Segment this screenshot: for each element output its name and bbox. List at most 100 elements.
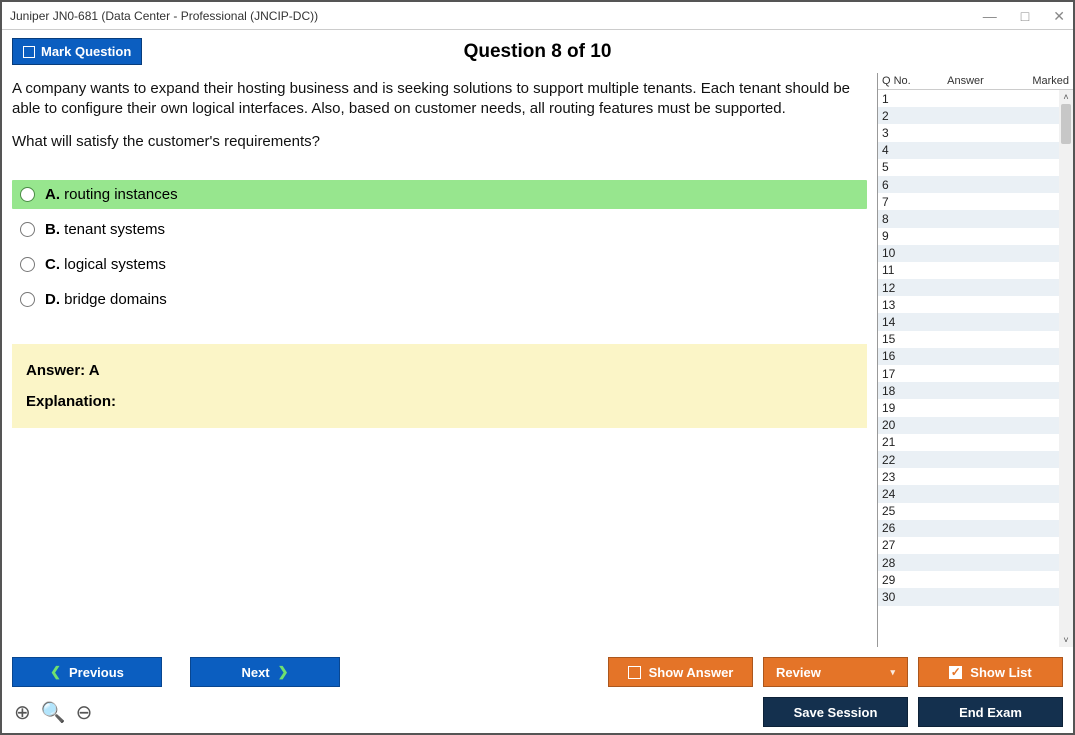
chevron-down-icon: ▾: [890, 667, 895, 678]
qno-cell: 10: [882, 246, 922, 260]
radio-icon[interactable]: [20, 257, 35, 272]
question-header: Question 8 of 10: [2, 41, 1073, 63]
table-row[interactable]: 7: [878, 193, 1059, 210]
table-row[interactable]: 22: [878, 451, 1059, 468]
table-row[interactable]: 15: [878, 331, 1059, 348]
option-b[interactable]: B. tenant systems: [12, 215, 867, 244]
radio-icon[interactable]: [20, 187, 35, 202]
qno-cell: 9: [882, 229, 922, 243]
table-row[interactable]: 2: [878, 107, 1059, 124]
table-row[interactable]: 3: [878, 124, 1059, 141]
qno-cell: 23: [882, 470, 922, 484]
mark-question-label: Mark Question: [41, 44, 131, 59]
qno-cell: 20: [882, 418, 922, 432]
table-row[interactable]: 24: [878, 485, 1059, 502]
table-row[interactable]: 25: [878, 503, 1059, 520]
qno-cell: 6: [882, 178, 922, 192]
table-row[interactable]: 26: [878, 520, 1059, 537]
table-row[interactable]: 17: [878, 365, 1059, 382]
zoom-controls: ⊕ 🔍 ⊖: [12, 700, 94, 725]
table-row[interactable]: 6: [878, 176, 1059, 193]
table-row[interactable]: 9: [878, 228, 1059, 245]
save-session-button[interactable]: Save Session: [763, 697, 908, 727]
table-row[interactable]: 28: [878, 554, 1059, 571]
zoom-out-icon[interactable]: ⊖: [76, 700, 93, 725]
table-row[interactable]: 10: [878, 245, 1059, 262]
qno-cell: 13: [882, 298, 922, 312]
qno-cell: 27: [882, 538, 922, 552]
option-c[interactable]: C. logical systems: [12, 250, 867, 279]
checkbox-icon: [628, 666, 641, 679]
scroll-down-icon[interactable]: ˅: [1059, 633, 1073, 647]
zoom-reset-icon[interactable]: 🔍: [41, 700, 66, 725]
table-row[interactable]: 4: [878, 142, 1059, 159]
table-row[interactable]: 11: [878, 262, 1059, 279]
radio-icon[interactable]: [20, 292, 35, 307]
table-row[interactable]: 23: [878, 468, 1059, 485]
side-rows: 1234567891011121314151617181920212223242…: [878, 90, 1059, 647]
qno-cell: 11: [882, 263, 922, 277]
zoom-in-icon[interactable]: ⊕: [14, 700, 31, 725]
table-row[interactable]: 29: [878, 571, 1059, 588]
table-row[interactable]: 14: [878, 313, 1059, 330]
window-title: Juniper JN0-681 (Data Center - Professio…: [10, 9, 318, 23]
table-row[interactable]: 19: [878, 399, 1059, 416]
table-row[interactable]: 27: [878, 537, 1059, 554]
maximize-icon[interactable]: □: [1021, 9, 1029, 23]
mark-question-button[interactable]: Mark Question: [12, 38, 142, 65]
qno-cell: 18: [882, 384, 922, 398]
previous-label: Previous: [69, 665, 124, 680]
qno-cell: 5: [882, 160, 922, 174]
qno-cell: 3: [882, 126, 922, 140]
col-marked-header: Marked: [1009, 75, 1069, 87]
side-panel: Q No. Answer Marked 12345678910111213141…: [877, 73, 1073, 647]
table-row[interactable]: 18: [878, 382, 1059, 399]
qno-cell: 30: [882, 590, 922, 604]
checkbox-checked-icon: ✓: [949, 666, 962, 679]
explanation-label: Explanation:: [26, 393, 853, 410]
option-text: A. routing instances: [45, 186, 178, 203]
scroll-thumb[interactable]: [1061, 104, 1071, 144]
table-row[interactable]: 16: [878, 348, 1059, 365]
qno-cell: 12: [882, 281, 922, 295]
option-text: D. bridge domains: [45, 291, 167, 308]
show-answer-label: Show Answer: [649, 665, 734, 680]
question-para-2: What will satisfy the customer's require…: [12, 132, 867, 152]
qno-cell: 8: [882, 212, 922, 226]
table-row[interactable]: 13: [878, 296, 1059, 313]
option-text: B. tenant systems: [45, 221, 165, 238]
table-row[interactable]: 8: [878, 210, 1059, 227]
col-qno-header: Q No.: [882, 75, 922, 87]
qno-cell: 24: [882, 487, 922, 501]
save-session-label: Save Session: [794, 705, 878, 720]
show-list-button[interactable]: ✓ Show List: [918, 657, 1063, 687]
col-answer-header: Answer: [922, 75, 1009, 87]
close-icon[interactable]: ✕: [1053, 9, 1065, 23]
window-controls: — □ ✕: [983, 9, 1065, 23]
radio-icon[interactable]: [20, 222, 35, 237]
next-label: Next: [241, 665, 269, 680]
table-row[interactable]: 12: [878, 279, 1059, 296]
option-a[interactable]: A. routing instances: [12, 180, 867, 209]
footer-row-2: ⊕ 🔍 ⊖ Save Session End Exam: [12, 697, 1063, 727]
table-row[interactable]: 21: [878, 434, 1059, 451]
minimize-icon[interactable]: —: [983, 9, 997, 23]
previous-button[interactable]: ❮ Previous: [12, 657, 162, 687]
next-button[interactable]: Next ❯: [190, 657, 340, 687]
qno-cell: 4: [882, 143, 922, 157]
show-answer-button[interactable]: Show Answer: [608, 657, 753, 687]
table-row[interactable]: 20: [878, 417, 1059, 434]
table-row[interactable]: 30: [878, 588, 1059, 605]
qno-cell: 25: [882, 504, 922, 518]
answer-line: Answer: A: [26, 362, 853, 379]
qno-cell: 2: [882, 109, 922, 123]
side-scrollbar[interactable]: ˄ ˅: [1059, 90, 1073, 647]
table-row[interactable]: 1: [878, 90, 1059, 107]
review-button[interactable]: Review ▾: [763, 657, 908, 687]
option-d[interactable]: D. bridge domains: [12, 285, 867, 314]
qno-cell: 28: [882, 556, 922, 570]
table-row[interactable]: 5: [878, 159, 1059, 176]
qno-cell: 17: [882, 367, 922, 381]
scroll-up-icon[interactable]: ˄: [1059, 90, 1073, 104]
end-exam-button[interactable]: End Exam: [918, 697, 1063, 727]
